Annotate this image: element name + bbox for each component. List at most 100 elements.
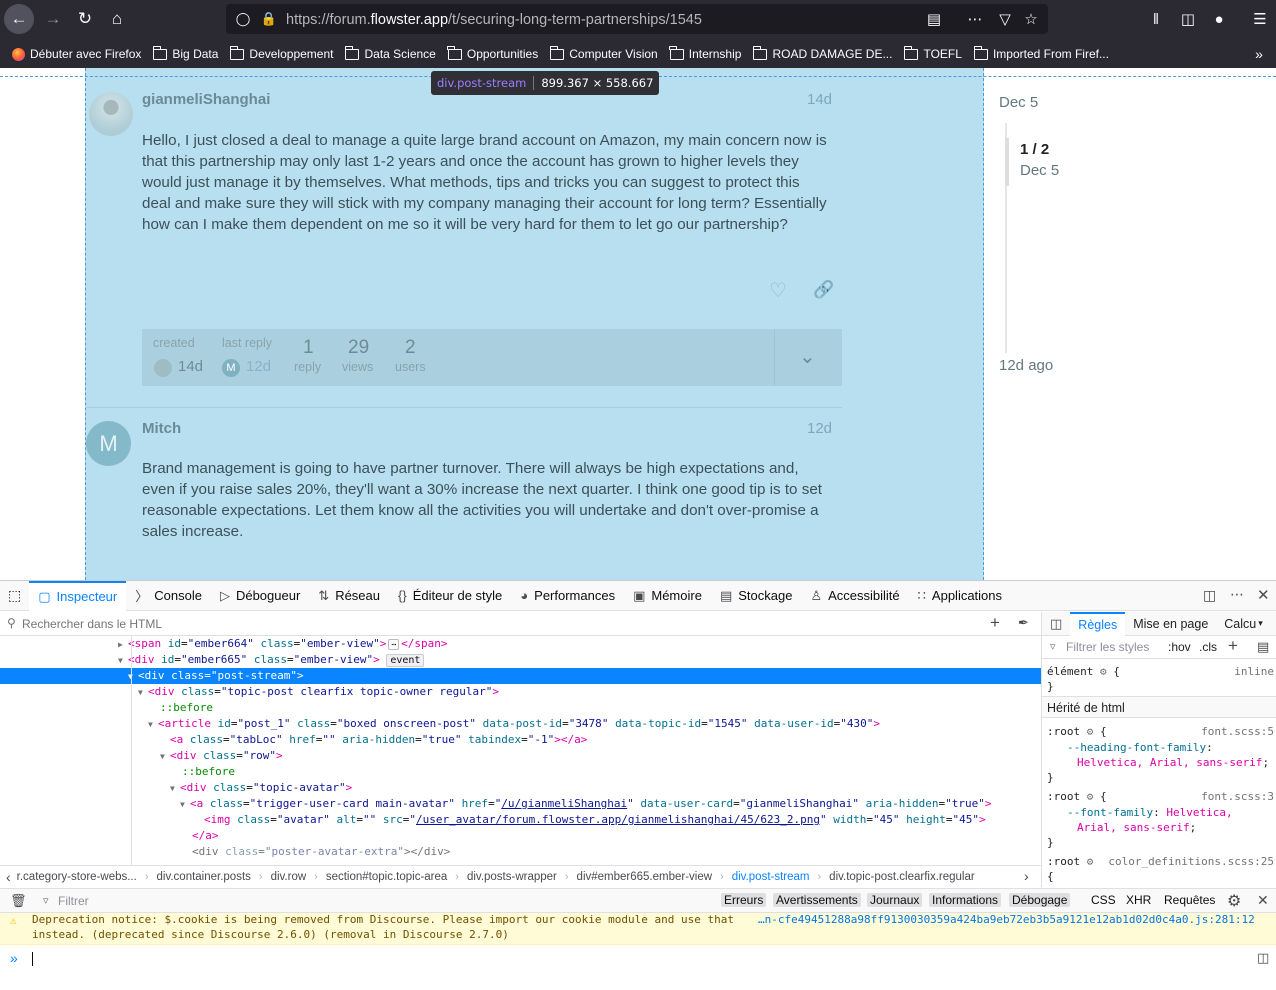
console-filter-input[interactable]: Filtrer: [58, 894, 89, 908]
console-input[interactable]: » ◫: [0, 945, 1276, 973]
bookmark-folder[interactable]: ROAD DAMAGE DE...: [753, 45, 892, 61]
chevron-left-icon[interactable]: ‹: [6, 869, 11, 885]
filter-logs[interactable]: Journaux: [867, 893, 923, 907]
tab-computed[interactable]: Calcu ▾: [1216, 612, 1271, 636]
tab-console[interactable]: 〉 Console: [126, 581, 211, 611]
breadcrumb-item-selected[interactable]: div.post-stream: [732, 871, 810, 883]
chevron-right-icon[interactable]: »: [1248, 43, 1270, 65]
event-badge[interactable]: event: [386, 654, 425, 667]
home-button[interactable]: ⌂: [102, 4, 132, 34]
toggle-layout-icon[interactable]: ◫: [1042, 616, 1070, 632]
markup-node-selected[interactable]: ▼<div class="post-stream">: [0, 668, 1041, 684]
post-author[interactable]: gianmeliShanghai: [142, 91, 270, 108]
pocket-icon[interactable]: ▽: [994, 8, 1016, 30]
more-actions-icon[interactable]: ⋯: [964, 8, 986, 30]
root-rule[interactable]: :root ⚙ {: [1047, 790, 1107, 803]
timeline-start-date[interactable]: Dec 5: [999, 94, 1038, 111]
filter-warnings[interactable]: Avertissements: [773, 893, 861, 907]
url-bar[interactable]: ◯ 🔒 https://forum.flowster.app/t/securin…: [226, 4, 1048, 34]
more-options-icon[interactable]: ⋯: [1230, 586, 1244, 603]
markup-node[interactable]: </a>: [0, 828, 219, 844]
breadcrumb-item[interactable]: div.topic-post.clearfix.regular: [829, 871, 975, 883]
add-rule-icon[interactable]: +: [1228, 636, 1238, 656]
markup-node[interactable]: <a class="tabLoc" href="" aria-hidden="t…: [0, 732, 587, 748]
bookmark-folder[interactable]: Opportunities: [447, 45, 538, 61]
root-rule[interactable]: :root ⚙: [1047, 855, 1093, 868]
markup-node[interactable]: ::before: [0, 764, 235, 780]
trash-icon[interactable]: 🗑: [10, 893, 27, 909]
markup-node[interactable]: ▶ <span id="ember664" class="ember-view">…: [0, 636, 448, 652]
tab-inspector[interactable]: ▢ Inspecteur: [29, 580, 127, 611]
markup-node[interactable]: ▼ <article id="post_1" class="boxed onscr…: [0, 716, 880, 732]
link-icon[interactable]: 🔗: [813, 280, 834, 300]
bookmark-folder[interactable]: Computer Vision: [549, 45, 658, 61]
markup-node[interactable]: <div class="poster-avatar-extra"></div>: [0, 844, 450, 860]
close-icon[interactable]: ✕: [1257, 892, 1269, 909]
tab-applications[interactable]: ∷ Applications: [909, 581, 1011, 611]
bookmark-folder[interactable]: Developpement: [230, 45, 333, 61]
timeline-end-date[interactable]: 12d ago: [999, 357, 1053, 374]
close-icon[interactable]: ✕: [1257, 586, 1270, 604]
editor-mode-icon[interactable]: ◫: [1257, 950, 1269, 966]
bookmark-folder[interactable]: Imported From Firef...: [973, 45, 1109, 61]
dock-icon[interactable]: ◫: [1203, 587, 1216, 604]
markup-node[interactable]: ▼ <div class="topic-avatar">: [0, 780, 352, 796]
account-icon[interactable]: ●: [1208, 8, 1230, 30]
rule-value[interactable]: Helvetica, Arial, sans-serif;: [1077, 756, 1269, 769]
tab-rules[interactable]: Règles: [1070, 611, 1126, 636]
last-reply-value[interactable]: 12d: [246, 358, 271, 375]
url-text[interactable]: https://forum.flowster.app/t/securing-lo…: [286, 12, 702, 28]
post-date[interactable]: 12d: [807, 420, 832, 437]
cls-button[interactable]: .cls: [1199, 640, 1217, 654]
bookmark-folder[interactable]: Data Science: [345, 45, 436, 61]
markup-node[interactable]: ▼ <a class="trigger-user-card main-avatar…: [0, 796, 991, 812]
hov-button[interactable]: :hov: [1168, 640, 1191, 654]
tab-network[interactable]: ⇅ Réseau: [309, 581, 389, 611]
breadcrumb-item[interactable]: div.row: [271, 871, 307, 883]
avatar[interactable]: M: [86, 421, 131, 466]
post-date[interactable]: 14d: [807, 91, 832, 108]
html-search-input[interactable]: [22, 615, 922, 633]
markup-node[interactable]: ▼ <div class="row">: [0, 748, 283, 764]
tab-memory[interactable]: ▣ Mémoire: [624, 581, 711, 611]
root-rule[interactable]: :root ⚙ {: [1047, 725, 1107, 738]
pick-element-button[interactable]: ⬚: [0, 581, 29, 611]
post-author[interactable]: Mitch: [142, 420, 181, 437]
gear-icon[interactable]: ⚙: [1227, 891, 1241, 911]
avatar[interactable]: [89, 92, 133, 136]
rule-declaration[interactable]: --heading-font-family:: [1067, 741, 1213, 754]
tab-style-editor[interactable]: {} Éditeur de style: [389, 581, 511, 611]
rules-filter-input[interactable]: Filtrer les styles: [1066, 640, 1149, 654]
tab-debugger[interactable]: ▷ Débogueur: [211, 581, 309, 611]
bookmark-star-icon[interactable]: ☆: [1020, 8, 1042, 30]
rule-declaration[interactable]: --font-family: Helvetica,: [1067, 806, 1233, 819]
timeline-handle[interactable]: [1005, 138, 1009, 186]
reload-button[interactable]: ↻: [70, 4, 100, 34]
markup-node[interactable]: ::before: [0, 700, 213, 716]
back-button[interactable]: ←: [4, 4, 34, 34]
tab-storage[interactable]: ▤ Stockage: [711, 581, 802, 611]
tab-performance[interactable]: ◕ Performances: [511, 581, 624, 611]
filter-requests[interactable]: Requêtes: [1164, 893, 1215, 907]
bookmark-item[interactable]: Débuter avec Firefox: [12, 47, 141, 61]
element-rule[interactable]: élément ⚙ {: [1047, 665, 1120, 678]
markup-node[interactable]: ▼ <div id="ember665" class="ember-view"> …: [0, 652, 425, 668]
lock-icon[interactable]: 🔒: [258, 8, 280, 30]
filter-errors[interactable]: Erreurs: [721, 893, 767, 907]
filter-debug[interactable]: Débogage: [1009, 893, 1071, 907]
heart-icon[interactable]: ♡: [769, 278, 787, 303]
breadcrumb-item[interactable]: r.category-store-webs...: [17, 871, 137, 883]
breadcrumb-item[interactable]: div.posts-wrapper: [467, 871, 557, 883]
breadcrumb-item[interactable]: div#ember665.ember-view: [577, 871, 713, 883]
bookmark-folder[interactable]: Big Data: [152, 45, 218, 61]
filter-xhr[interactable]: XHR: [1126, 893, 1151, 907]
breadcrumb-item[interactable]: section#topic.topic-area: [326, 871, 447, 883]
filter-info[interactable]: Informations: [929, 893, 1002, 907]
rule-source[interactable]: font.scss:5: [1201, 725, 1274, 738]
rule-value[interactable]: Arial, sans-serif;: [1077, 821, 1196, 834]
breadcrumb-item[interactable]: div.container.posts: [157, 871, 251, 883]
print-simulation-icon[interactable]: ▤: [1257, 639, 1269, 655]
markup-node[interactable]: ▼ <div class="topic-post clearfix topic-o…: [0, 684, 499, 700]
menu-icon[interactable]: ☰: [1249, 8, 1271, 30]
add-node-icon[interactable]: +: [990, 613, 1000, 633]
